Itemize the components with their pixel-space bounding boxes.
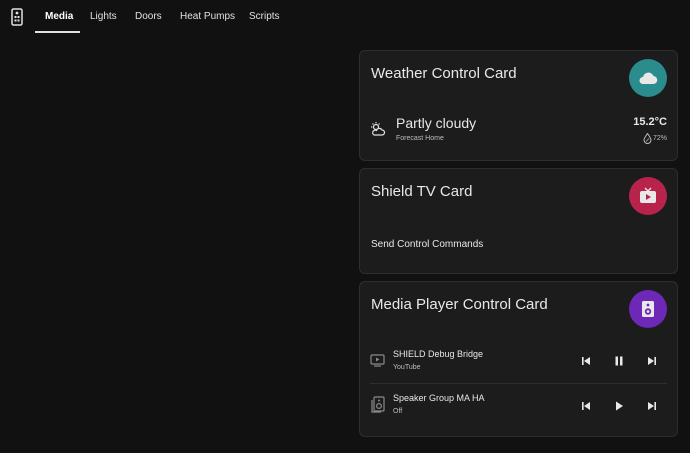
divider — [370, 383, 667, 384]
tab-lights[interactable]: Lights — [90, 0, 117, 34]
remote-control-icon[interactable] — [10, 8, 24, 26]
tab-doors[interactable]: Doors — [135, 0, 162, 34]
previous-track-button[interactable] — [577, 397, 595, 415]
player-name: SHIELD Debug Bridge — [393, 349, 484, 359]
tab-media[interactable]: Media — [45, 0, 73, 34]
media-player-row[interactable]: SHIELD Debug Bridge YouTube — [360, 342, 677, 382]
shield-badge — [629, 177, 667, 215]
partly-cloudy-icon — [371, 122, 386, 136]
weather-badge — [629, 59, 667, 97]
weather-condition: Partly cloudy — [396, 115, 477, 131]
next-track-button[interactable] — [643, 397, 661, 415]
player-state: YouTube — [393, 364, 421, 371]
card-title: Weather Control Card — [371, 65, 517, 82]
tv-icon — [370, 354, 385, 367]
previous-track-button[interactable] — [577, 352, 595, 370]
tab-heat-pumps[interactable]: Heat Pumps — [180, 0, 235, 34]
play-icon — [616, 401, 623, 411]
media-player-control-card[interactable]: Media Player Control Card SHIELD Debug B… — [359, 281, 678, 437]
pause-icon — [615, 356, 623, 366]
player-name: Speaker Group MA HA — [393, 393, 485, 403]
send-control-commands[interactable]: Send Control Commands — [371, 239, 483, 250]
cloud-icon — [639, 72, 658, 85]
top-navigation: Media Lights Doors Heat Pumps Scripts — [0, 0, 690, 34]
humidity: 72% — [643, 133, 667, 144]
forecast-source: Forecast Home — [396, 135, 444, 142]
media-player-row[interactable]: Speaker Group MA HA Off — [360, 386, 677, 426]
card-title: Media Player Control Card — [371, 296, 548, 313]
skip-previous-icon — [582, 402, 590, 410]
speaker-icon — [642, 301, 654, 317]
humidity-value: 72% — [652, 135, 667, 142]
shield-tv-card[interactable]: Shield TV Card Send Control Commands — [359, 168, 678, 274]
next-track-button[interactable] — [643, 352, 661, 370]
weather-control-card[interactable]: Weather Control Card Partly cloudy Forec… — [359, 50, 678, 161]
skip-next-icon — [648, 357, 656, 365]
player-state: Off — [393, 408, 403, 415]
tab-scripts[interactable]: Scripts — [249, 0, 280, 34]
pause-button[interactable] — [610, 352, 628, 370]
skip-next-icon — [648, 402, 656, 410]
card-title: Shield TV Card — [371, 183, 473, 200]
skip-previous-icon — [582, 357, 590, 365]
play-button[interactable] — [610, 397, 628, 415]
temperature-value: 15.2°C — [633, 116, 667, 128]
media-badge — [629, 290, 667, 328]
speaker-multiple-icon — [371, 396, 385, 413]
active-tab-indicator — [35, 31, 80, 33]
water-percent-icon — [643, 133, 652, 144]
youtube-tv-icon — [640, 187, 656, 203]
